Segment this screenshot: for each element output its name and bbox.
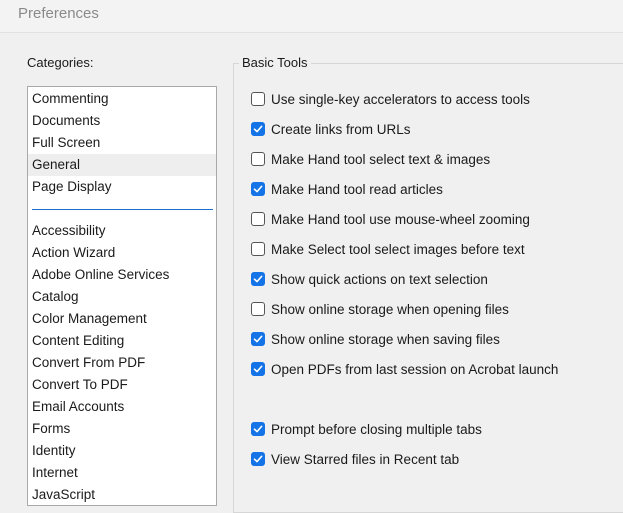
checkbox-hand-tool-read-articles[interactable] <box>251 182 265 196</box>
window-title: Preferences <box>18 5 99 22</box>
category-item-convert-to-pdf[interactable]: Convert To PDF <box>28 374 216 396</box>
checkbox-hand-tool-mouse-wheel-zoom[interactable] <box>251 212 265 226</box>
option-single-key-accelerators[interactable]: Use single-key accelerators to access to… <box>251 89 530 109</box>
option-prompt-closing-tabs[interactable]: Prompt before closing multiple tabs <box>251 419 482 439</box>
category-item-action-wizard[interactable]: Action Wizard <box>28 242 216 264</box>
option-label: Show quick actions on text selection <box>271 271 488 287</box>
categories-label: Categories: <box>27 55 94 70</box>
option-label: Make Hand tool read articles <box>271 181 443 197</box>
category-item-color-management[interactable]: Color Management <box>28 308 216 330</box>
checkbox-starred-files-recent[interactable] <box>251 452 265 466</box>
category-item-page-display[interactable]: Page Display <box>28 176 216 198</box>
option-label: Use single-key accelerators to access to… <box>271 91 530 107</box>
checkbox-quick-actions-text-selection[interactable] <box>251 272 265 286</box>
category-item-general[interactable]: General <box>28 154 216 176</box>
checkmark-icon <box>253 425 263 433</box>
option-label: Prompt before closing multiple tabs <box>271 421 482 437</box>
option-label: Make Hand tool use mouse-wheel zooming <box>271 211 530 227</box>
option-hand-tool-select-text[interactable]: Make Hand tool select text & images <box>251 149 490 169</box>
category-item-full-screen[interactable]: Full Screen <box>28 132 216 154</box>
option-label: View Starred files in Recent tab <box>271 451 460 467</box>
checkbox-open-last-session[interactable] <box>251 362 265 376</box>
category-item-commenting[interactable]: Commenting <box>28 88 216 110</box>
option-open-last-session[interactable]: Open PDFs from last session on Acrobat l… <box>251 359 558 379</box>
option-quick-actions-text-selection[interactable]: Show quick actions on text selection <box>251 269 488 289</box>
checkmark-icon <box>253 185 263 193</box>
checkmark-icon <box>253 455 263 463</box>
checkbox-hand-tool-select-text[interactable] <box>251 152 265 166</box>
category-item-javascript[interactable]: JavaScript <box>28 484 216 505</box>
checkmark-icon <box>253 275 263 283</box>
category-item-identity[interactable]: Identity <box>28 440 216 462</box>
option-online-storage-opening[interactable]: Show online storage when opening files <box>251 299 509 319</box>
checkbox-online-storage-opening[interactable] <box>251 302 265 316</box>
option-label: Open PDFs from last session on Acrobat l… <box>271 361 559 377</box>
category-item-accessibility[interactable]: Accessibility <box>28 220 216 242</box>
option-hand-tool-read-articles[interactable]: Make Hand tool read articles <box>251 179 443 199</box>
option-label: Make Select tool select images before te… <box>271 241 525 257</box>
checkmark-icon <box>253 365 263 373</box>
category-item-forms[interactable]: Forms <box>28 418 216 440</box>
categories-list[interactable]: Commenting Documents Full Screen General… <box>27 86 217 506</box>
checkmark-icon <box>253 335 263 343</box>
checkmark-icon <box>253 125 263 133</box>
category-item-content-editing[interactable]: Content Editing <box>28 330 216 352</box>
category-divider <box>32 209 213 210</box>
option-label: Show online storage when saving files <box>271 331 500 347</box>
option-starred-files-recent[interactable]: View Starred files in Recent tab <box>251 449 459 469</box>
checkbox-select-tool-images-first[interactable] <box>251 242 265 256</box>
category-item-documents[interactable]: Documents <box>28 110 216 132</box>
option-hand-tool-mouse-wheel-zoom[interactable]: Make Hand tool use mouse-wheel zooming <box>251 209 530 229</box>
checkbox-create-links-from-urls[interactable] <box>251 122 265 136</box>
option-create-links-from-urls[interactable]: Create links from URLs <box>251 119 411 139</box>
checkbox-online-storage-saving[interactable] <box>251 332 265 346</box>
category-item-convert-from-pdf[interactable]: Convert From PDF <box>28 352 216 374</box>
option-online-storage-saving[interactable]: Show online storage when saving files <box>251 329 500 349</box>
option-select-tool-images-first[interactable]: Make Select tool select images before te… <box>251 239 525 259</box>
option-label: Make Hand tool select text & images <box>271 151 491 167</box>
checkbox-prompt-closing-tabs[interactable] <box>251 422 265 436</box>
checkbox-single-key-accelerators[interactable] <box>251 92 265 106</box>
category-item-adobe-online-services[interactable]: Adobe Online Services <box>28 264 216 286</box>
basic-tools-label: Basic Tools <box>239 55 311 70</box>
category-item-catalog[interactable]: Catalog <box>28 286 216 308</box>
title-bar: Preferences <box>0 0 623 33</box>
category-item-internet[interactable]: Internet <box>28 462 216 484</box>
category-item-email-accounts[interactable]: Email Accounts <box>28 396 216 418</box>
option-label: Create links from URLs <box>271 121 411 137</box>
option-label: Show online storage when opening files <box>271 301 509 317</box>
